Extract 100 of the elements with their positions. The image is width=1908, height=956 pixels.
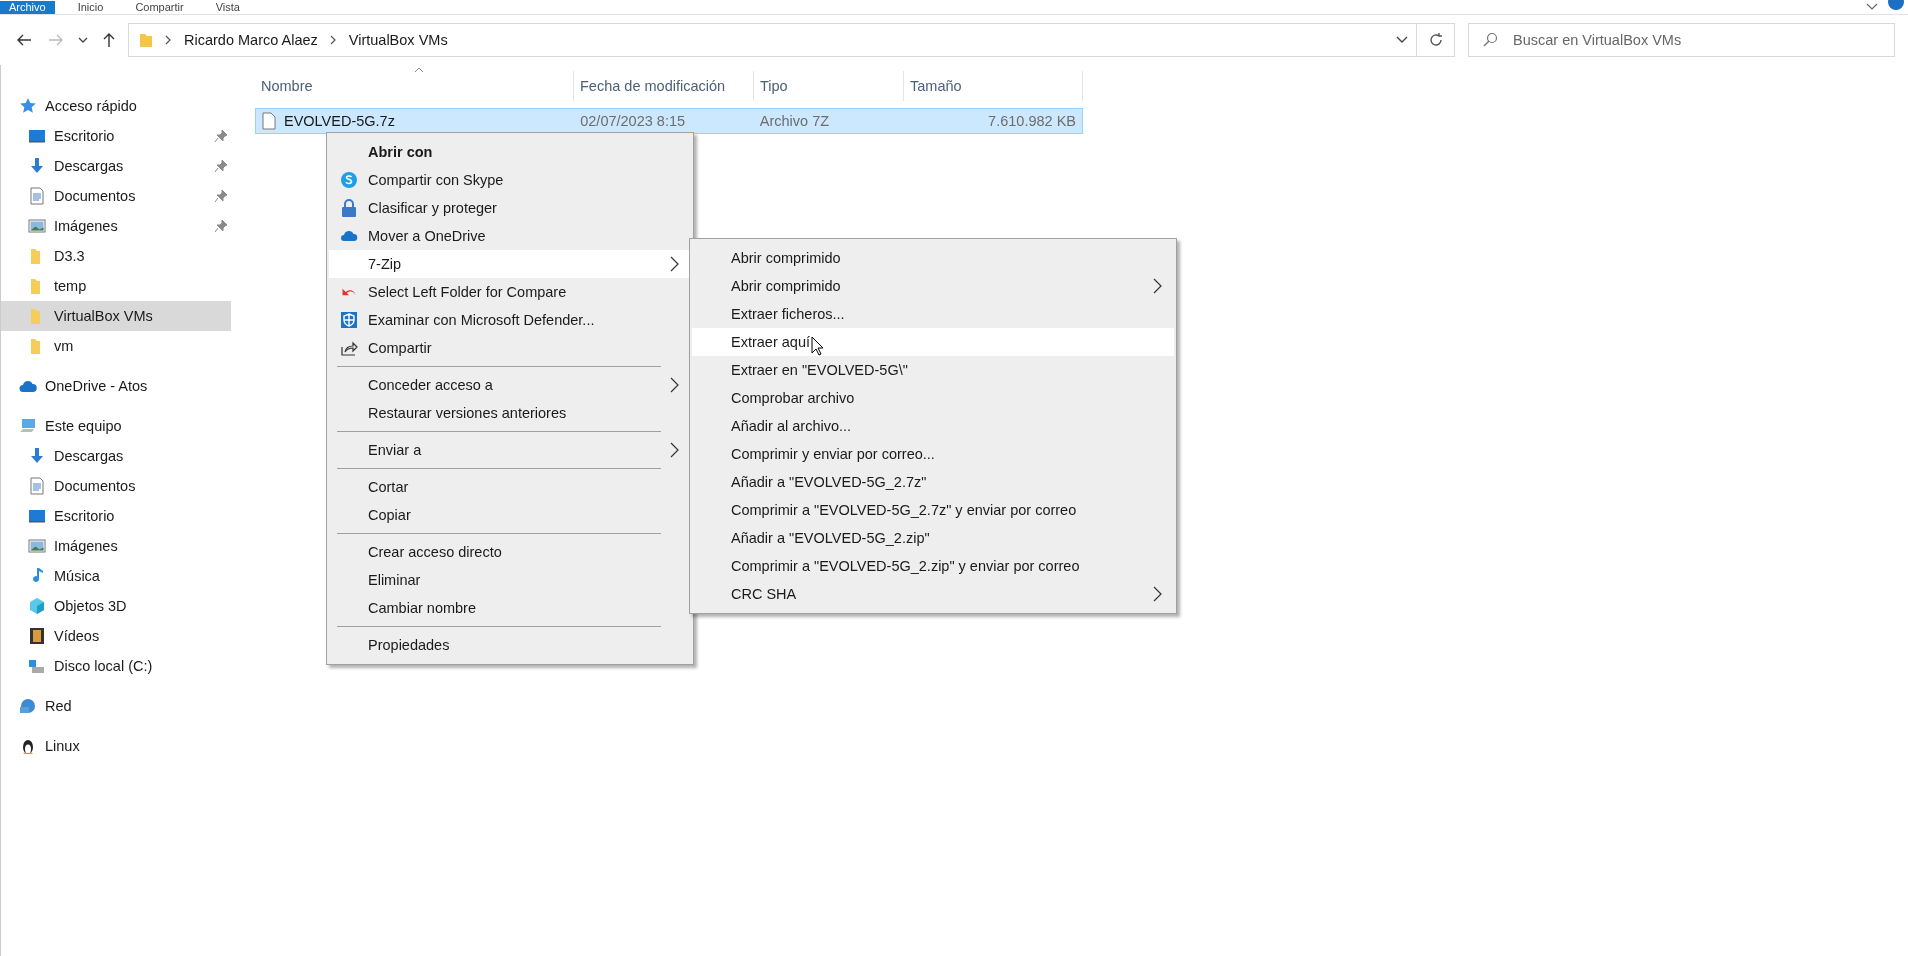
shield-icon xyxy=(340,311,358,329)
table-cell: 7.610.982 KB xyxy=(988,113,1076,129)
sidebar-item[interactable]: Vídeos xyxy=(1,621,231,651)
sidebar-item[interactable]: Objetos 3D xyxy=(1,591,231,621)
menu-item[interactable]: Clasificar y proteger xyxy=(329,194,691,222)
search-field[interactable]: Buscar en VirtualBox VMs xyxy=(1468,23,1895,57)
image-icon xyxy=(28,217,46,235)
menu-item[interactable]: Examinar con Microsoft Defender... xyxy=(329,306,691,334)
film-icon xyxy=(28,627,46,645)
sidebar-item[interactable]: Linux xyxy=(1,731,231,761)
monitor-icon xyxy=(28,507,46,525)
menu-item[interactable]: Extraer aquí xyxy=(692,328,1174,356)
breadcrumb[interactable]: Ricardo Marco Alaez xyxy=(184,32,318,48)
chevron-icon[interactable] xyxy=(78,36,88,44)
pin-icon[interactable] xyxy=(215,220,227,232)
column-header[interactable]: Tamaño xyxy=(904,71,1083,101)
menu-item[interactable]: Compartir con Skype xyxy=(329,166,691,194)
menu-item[interactable]: Mover a OneDrive xyxy=(329,222,691,250)
menu-item[interactable]: Comprobar archivo xyxy=(692,384,1174,412)
ribbon-tab[interactable]: Compartir xyxy=(126,1,193,14)
skype-icon xyxy=(340,171,358,189)
menu-item[interactable]: Comprimir a "EVOLVED-5G_2.zip" y enviar por correo xyxy=(692,552,1174,580)
menu-item[interactable]: Enviar a xyxy=(329,436,691,464)
column-header[interactable]: Tipo xyxy=(754,71,904,101)
document-icon xyxy=(28,187,46,205)
menu-item[interactable]: CRC SHA xyxy=(692,580,1174,608)
menu-item[interactable]: Abrir comprimido xyxy=(692,244,1174,272)
menu-item[interactable]: Crear acceso directo xyxy=(329,538,691,566)
menu-item[interactable]: Eliminar xyxy=(329,566,691,594)
sidebar-item[interactable]: Descargas xyxy=(1,151,231,181)
sidebar-item[interactable]: Escritorio xyxy=(1,501,231,531)
menu-item[interactable]: Propiedades xyxy=(329,631,691,659)
menu-item[interactable]: Restaurar versiones anteriores xyxy=(329,399,691,427)
menu-item[interactable]: Añadir al archivo... xyxy=(692,412,1174,440)
monitor-icon xyxy=(28,127,46,145)
sidebar-item[interactable]: vm xyxy=(1,331,231,361)
ribbon-tab[interactable]: Vista xyxy=(206,1,249,14)
chevron-icon xyxy=(165,35,172,45)
refresh-icon xyxy=(1427,32,1444,48)
sidebar-item[interactable]: Escritorio xyxy=(1,121,231,151)
sidebar-item[interactable]: Música xyxy=(1,561,231,591)
menu-item[interactable]: Abrir comprimido xyxy=(692,272,1174,300)
pin-icon[interactable] xyxy=(215,190,227,202)
undo-arrow-icon xyxy=(342,288,356,296)
address-bar[interactable]: Ricardo Marco Alaez VirtualBox VMs xyxy=(128,23,1417,57)
menu-item[interactable]: Select Left Folder for Compare xyxy=(329,278,691,306)
dropdown-icon[interactable] xyxy=(1396,36,1408,44)
menu-item[interactable]: Añadir a "EVOLVED-5G_2.7z" xyxy=(692,468,1174,496)
sidebar-item[interactable]: VirtualBox VMs xyxy=(1,301,231,331)
menu-item[interactable]: Extraer ficheros... xyxy=(692,300,1174,328)
menu-item[interactable]: Compartir xyxy=(329,334,691,362)
folder-icon xyxy=(139,32,153,48)
menu-item[interactable]: 7-Zip xyxy=(329,250,691,278)
back-icon[interactable] xyxy=(16,33,32,47)
lock-icon xyxy=(340,199,358,217)
menu-item[interactable]: Cambiar nombre xyxy=(329,594,691,622)
search-icon xyxy=(1482,32,1498,48)
down-arrow-icon xyxy=(28,157,46,175)
table-cell: Archivo 7Z xyxy=(759,113,830,129)
menu-item[interactable]: Copiar xyxy=(329,501,691,529)
sidebar-item[interactable]: Imágenes xyxy=(1,531,231,561)
menu-item[interactable]: Cortar xyxy=(329,473,691,501)
breadcrumb[interactable]: VirtualBox VMs xyxy=(348,32,448,48)
sidebar-item[interactable]: temp xyxy=(1,271,231,301)
ribbon-tab[interactable]: Archivo xyxy=(0,1,55,14)
sidebar-item[interactable]: Disco local (C:) xyxy=(1,651,231,681)
file-name: EVOLVED-5G.7z xyxy=(284,113,395,129)
star-icon xyxy=(19,97,37,115)
sidebar-item[interactable]: D3.3 xyxy=(1,241,231,271)
sidebar-item[interactable]: Documentos xyxy=(1,471,231,501)
menu-item[interactable]: Abrir con xyxy=(329,138,691,166)
document-icon xyxy=(28,477,46,495)
image-icon xyxy=(28,537,46,555)
menu-item[interactable]: Añadir a "EVOLVED-5G_2.zip" xyxy=(692,524,1174,552)
pin-icon[interactable] xyxy=(215,160,227,172)
sidebar-item[interactable]: Este equipo xyxy=(1,411,231,441)
down-arrow-icon xyxy=(28,447,46,465)
sidebar-item[interactable]: Descargas xyxy=(1,441,231,471)
file-row[interactable]: EVOLVED-5G.7z 02/07/2023 8:15 Archivo 7Z 7.610.982 KB xyxy=(255,108,1083,134)
file-icon xyxy=(262,112,276,130)
menu-item[interactable]: Extraer en "EVOLVED-5G\" xyxy=(692,356,1174,384)
sidebar-item[interactable]: Acceso rápido xyxy=(1,91,231,121)
computer-icon xyxy=(19,417,37,435)
cube-icon xyxy=(28,597,46,615)
menu-item[interactable]: Conceder acceso a xyxy=(329,371,691,399)
menu-item[interactable]: Comprimir a "EVOLVED-5G_2.7z" y enviar por correo xyxy=(692,496,1174,524)
ribbon-tab[interactable]: Inicio xyxy=(68,1,113,14)
table-cell: 02/07/2023 8:15 xyxy=(580,113,686,129)
up-arrow-icon[interactable] xyxy=(102,32,116,48)
share-icon xyxy=(340,339,358,357)
column-header[interactable]: Fecha de modificación xyxy=(574,71,754,101)
sidebar-item[interactable]: OneDrive - Atos xyxy=(1,371,231,401)
column-header[interactable]: Nombre xyxy=(255,71,574,101)
sidebar-item[interactable]: Red xyxy=(1,691,231,721)
menu-item[interactable]: Comprimir y enviar por correo... xyxy=(692,440,1174,468)
sidebar-item[interactable]: Documentos xyxy=(1,181,231,211)
sidebar-item[interactable]: Imágenes xyxy=(1,211,231,241)
pin-icon[interactable] xyxy=(215,130,227,142)
chevron-icon[interactable] xyxy=(1866,3,1878,11)
refresh-button[interactable] xyxy=(1417,23,1455,57)
